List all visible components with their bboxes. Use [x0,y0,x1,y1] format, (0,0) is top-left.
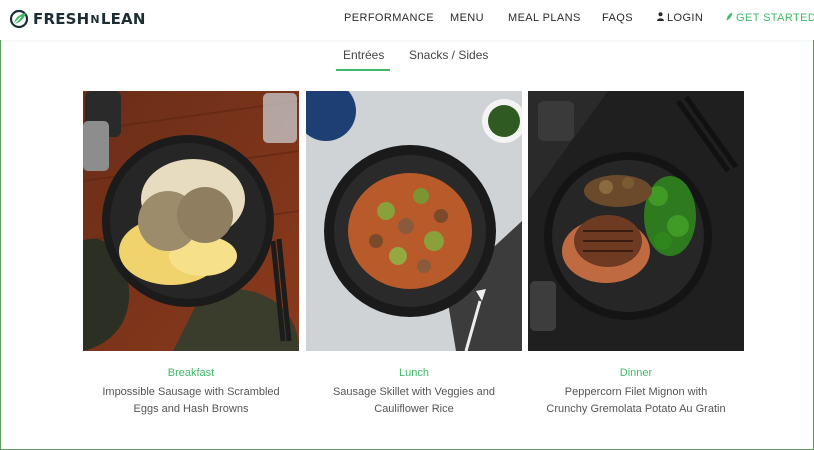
main-nav: PERFORMANCE MENU MEAL PLANS FAQS LOGIN G… [0,12,814,28]
tab-entrees[interactable]: Entrées [343,48,384,62]
nav-performance[interactable]: PERFORMANCE [344,12,434,24]
nav-menu[interactable]: MENU [450,12,484,24]
active-tab-indicator [336,69,390,71]
meal-label-lunch: Lunch [399,367,429,379]
login-label: LOGIN [667,12,704,24]
meal-label-breakfast: Breakfast [167,367,215,379]
description-line: Impossible Sausage with Scrambled [102,386,280,398]
meal-card-dinner[interactable]: Dinner Peppercorn Filet Mignon with Crun… [528,91,744,418]
user-icon [657,12,664,23]
breakfast-photo [83,91,299,351]
description-line: Peppercorn Filet Mignon with [564,386,708,398]
description-line: Crunchy Gremolata Potato Au Gratin [546,403,726,415]
site-header: FRESHNLEAN PERFORMANCE MENU MEAL PLANS F… [0,0,814,40]
meal-description-lunch: Sausage Skillet with Veggies and Caulifl… [306,384,522,418]
meal-description-dinner: Peppercorn Filet Mignon with Crunchy Gre… [528,384,744,418]
description-line: Cauliflower Rice [374,403,454,415]
leaf-icon [726,12,733,23]
nav-login[interactable]: LOGIN [657,12,703,24]
meal-description-breakfast: Impossible Sausage with Scrambled Eggs a… [83,384,299,418]
nav-meal-plans[interactable]: MEAL PLANS [508,12,581,24]
tab-snacks-sides[interactable]: Snacks / Sides [409,48,488,62]
menu-tabs: Entrées Snacks / Sides [0,48,814,72]
meal-card-breakfast[interactable]: Breakfast Impossible Sausage with Scramb… [83,91,299,418]
description-line: Eggs and Hash Browns [133,403,249,415]
description-line: Sausage Skillet with Veggies and [332,386,496,398]
nav-faqs[interactable]: FAQS [602,12,633,24]
dinner-photo [528,91,744,351]
meal-label-dinner: Dinner [619,367,653,379]
lunch-photo [306,91,522,351]
nav-get-started[interactable]: GET STARTED [726,12,814,24]
meal-card-lunch[interactable]: Lunch Sausage Skillet with Veggies and C… [306,91,522,418]
get-started-label: GET STARTED [736,12,814,24]
